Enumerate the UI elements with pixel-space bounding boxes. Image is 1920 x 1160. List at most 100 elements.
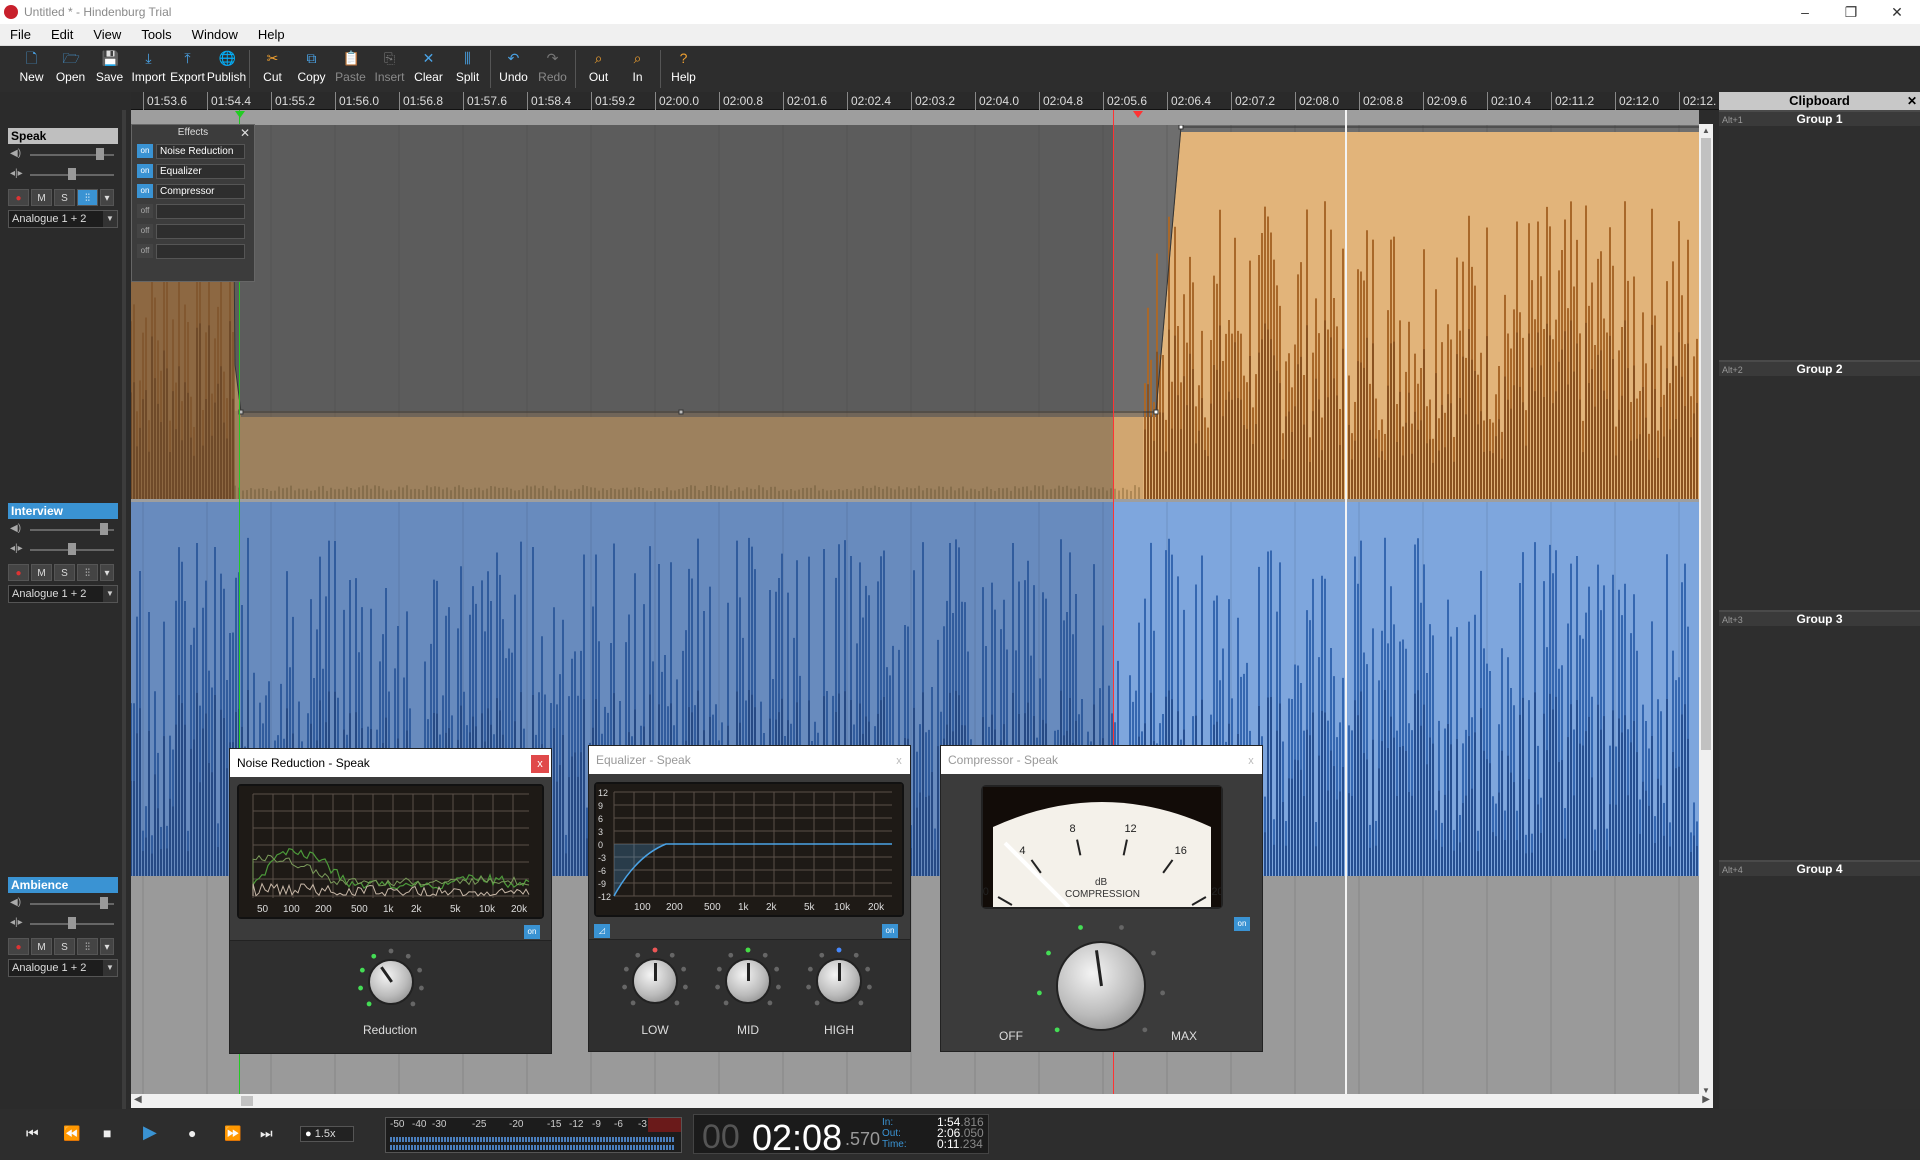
in-marker-icon[interactable] [235,111,245,118]
scroll-right-icon[interactable]: ▶ [1702,1094,1710,1105]
input-channel-select[interactable]: Analogue 1 + 2 ▼ [8,585,118,603]
close-icon[interactable]: ✕ [1907,92,1917,110]
solo-button[interactable]: S [54,937,75,955]
reduction-knob[interactable] [368,959,414,1005]
undo-button[interactable]: ↶ Undo [494,46,533,92]
solo-button[interactable]: S [54,188,75,206]
effect-toggle[interactable]: on [137,164,153,178]
out-button[interactable]: ⌕ Out [579,46,618,92]
input-channel-select[interactable]: Analogue 1 + 2 ▼ [8,959,118,977]
help-button[interactable]: ? Help [664,46,703,92]
effect-toggle[interactable]: on [137,184,153,198]
record-arm-button[interactable]: ● [8,937,29,955]
mute-button[interactable]: M [31,937,52,955]
new-button[interactable]: 🗋 New [12,46,51,92]
noise-reduction-on-toggle[interactable]: on [524,925,540,939]
horizontal-scroll-thumb[interactable] [241,1096,253,1106]
clipboard-group[interactable]: Alt+3 Group 3 [1719,610,1920,858]
mute-button[interactable]: M [31,563,52,581]
mid-knob[interactable] [725,958,771,1004]
close-icon[interactable]: x [531,755,549,773]
clipboard-group[interactable]: Alt+2 Group 2 [1719,360,1920,608]
effect-name[interactable] [156,223,245,239]
effect-name[interactable] [156,243,245,259]
in-button[interactable]: ⌕ In [618,46,657,92]
pan-slider[interactable]: ◂|▸ [8,913,118,933]
track-menu-button[interactable]: ▾ [100,188,114,206]
export-button[interactable]: ⤒ Export [168,46,207,92]
mute-button[interactable]: M [31,188,52,206]
go-to-end-icon[interactable]: ⏭ [260,1125,273,1142]
volume-slider[interactable]: ◀) [8,144,118,164]
menu-view[interactable]: View [83,27,131,42]
compression-knob[interactable] [1056,941,1146,1031]
menu-file[interactable]: File [0,27,41,42]
horizontal-scrollbar[interactable]: ◀ ▶ [131,1094,1713,1108]
record-arm-button[interactable]: ● [8,188,29,206]
clipboard-group[interactable]: Alt+4 Group 4 [1719,860,1920,1108]
stop-icon[interactable]: ■ [103,1125,111,1141]
fast-forward-icon[interactable]: ⏩ [224,1125,241,1142]
pan-slider[interactable]: ◂|▸ [8,539,118,559]
menu-edit[interactable]: Edit [41,27,83,42]
playhead-line[interactable] [1345,110,1347,1095]
track-menu-button[interactable]: ▾ [100,563,114,581]
vertical-scroll-thumb[interactable] [1701,138,1711,750]
equalizer-filter-toggle[interactable]: ◿ [594,924,610,938]
menu-help[interactable]: Help [248,27,295,42]
track-fx-button[interactable]: ⫶⫶ [77,563,98,581]
insert-button[interactable]: ⎘ Insert [370,46,409,92]
record-arm-button[interactable]: ● [8,563,29,581]
effect-toggle[interactable]: off [137,204,153,218]
effect-toggle[interactable]: on [137,144,153,158]
close-icon[interactable]: ✕ [1874,0,1920,24]
vertical-scrollbar[interactable]: ▲ ▼ [1699,124,1713,1097]
track-name[interactable]: Interview [8,503,118,519]
split-button[interactable]: ⫼ Split [448,46,487,92]
record-icon[interactable]: ● [188,1125,196,1141]
effect-name[interactable]: Compressor [156,183,245,199]
timeline-ruler[interactable]: 01:53.6 01:54.4 01:55.2 01:56.0 01:56.8 01:57… [131,92,1719,110]
track-fx-button[interactable]: ⫶⫶ [77,188,98,206]
play-icon[interactable]: ▶ [143,1122,157,1143]
close-icon[interactable]: ✕ [240,125,250,141]
menu-window[interactable]: Window [182,27,248,42]
scroll-left-icon[interactable]: ◀ [134,1094,142,1105]
volume-slider[interactable]: ◀) [8,519,118,539]
track-name[interactable]: Speak [8,128,118,144]
minimize-icon[interactable]: – [1782,0,1828,24]
effect-name[interactable] [156,203,245,219]
effect-toggle[interactable]: off [137,224,153,238]
track-menu-button[interactable]: ▾ [100,937,114,955]
import-button[interactable]: ⤓ Import [129,46,168,92]
redo-button[interactable]: ↷ Redo [533,46,572,92]
equalizer-on-toggle[interactable]: on [882,924,898,938]
menu-tools[interactable]: Tools [131,27,181,42]
pan-slider[interactable]: ◂|▸ [8,164,118,184]
copy-button[interactable]: ⧉ Copy [292,46,331,92]
go-to-start-icon[interactable]: ⏮ [26,1125,39,1142]
scroll-up-icon[interactable]: ▲ [1702,126,1710,135]
input-channel-select[interactable]: Analogue 1 + 2 ▼ [8,210,118,228]
volume-slider[interactable]: ◀) [8,893,118,913]
save-button[interactable]: 💾 Save [90,46,129,92]
low-knob[interactable] [632,958,678,1004]
playback-speed-stepper[interactable]: ● 1.5x [300,1126,354,1142]
clipboard-group[interactable]: Alt+1 Group 1 [1719,110,1920,358]
out-marker-icon[interactable] [1133,111,1143,118]
cut-button[interactable]: ✂ Cut [253,46,292,92]
effect-name[interactable]: Equalizer [156,163,245,179]
close-icon[interactable]: x [1242,752,1260,770]
clear-button[interactable]: ✕ Clear [409,46,448,92]
effect-toggle[interactable]: off [137,244,153,258]
high-knob[interactable] [816,958,862,1004]
effect-name[interactable]: Noise Reduction [156,143,245,159]
track-name[interactable]: Ambience [8,877,118,893]
restore-icon[interactable]: ❐ [1828,0,1874,24]
close-icon[interactable]: x [890,752,908,770]
solo-button[interactable]: S [54,563,75,581]
publish-button[interactable]: 🌐 Publish [207,46,246,92]
track-lane-speak[interactable] [131,124,1699,499]
open-button[interactable]: 🗁 Open [51,46,90,92]
rewind-icon[interactable]: ⏪ [63,1125,80,1142]
